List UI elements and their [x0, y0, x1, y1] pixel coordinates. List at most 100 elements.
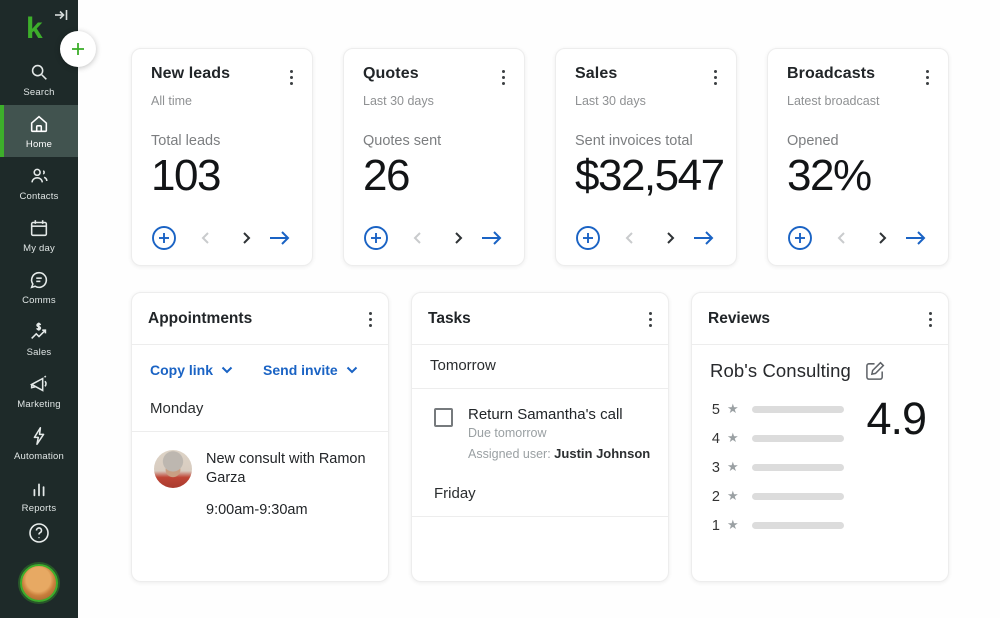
- card-subtitle: Last 30 days: [363, 94, 505, 108]
- chevron-left-icon[interactable]: [199, 230, 213, 246]
- chevron-left-icon[interactable]: [835, 230, 849, 246]
- kebab-menu-icon[interactable]: [711, 65, 721, 90]
- rating-number: 2: [710, 489, 720, 505]
- widget-card-row: Appointments Copy link Send invite Monda…: [131, 292, 949, 582]
- kebab-menu-icon[interactable]: [366, 307, 376, 332]
- sidebar-item-reports[interactable]: Reports: [0, 469, 78, 521]
- task-checkbox[interactable]: [434, 408, 453, 427]
- calendar-icon: [28, 217, 50, 239]
- edit-icon[interactable]: [865, 360, 886, 381]
- tasks-day-header: Tomorrow: [412, 345, 668, 388]
- add-circle-icon[interactable]: [575, 225, 601, 251]
- user-avatar[interactable]: [20, 564, 58, 602]
- arrow-right-icon[interactable]: [691, 229, 717, 247]
- rating-bar-track: [752, 406, 844, 413]
- sidebar-item-label: Automation: [14, 451, 64, 462]
- chevron-right-icon[interactable]: [663, 230, 677, 246]
- sidebar-item-sales[interactable]: Sales: [0, 313, 78, 365]
- send-invite-label: Send invite: [263, 362, 338, 378]
- star-icon: ★: [727, 459, 739, 475]
- chat-bubble-icon: [28, 269, 50, 291]
- appointments-day-header: Monday: [132, 388, 388, 431]
- sidebar-item-label: Reports: [22, 503, 57, 514]
- card-subtitle: Latest broadcast: [787, 94, 929, 108]
- appointment-item[interactable]: New consult with Ramon Garza 9:00am-9:30…: [132, 432, 388, 518]
- sidebar-bottom: [0, 521, 78, 618]
- task-due-date: Due tomorrow: [468, 426, 650, 440]
- sidebar-item-marketing[interactable]: Marketing: [0, 365, 78, 417]
- card-title: Broadcasts: [787, 65, 875, 83]
- card-title: Tasks: [428, 310, 471, 328]
- chevron-right-icon[interactable]: [875, 230, 889, 246]
- copy-link-label: Copy link: [150, 362, 213, 378]
- send-invite-dropdown[interactable]: Send invite: [263, 362, 358, 378]
- sidebar-item-label: Comms: [22, 295, 56, 306]
- keap-logo[interactable]: k: [26, 14, 42, 44]
- metric-value: 103: [151, 151, 293, 201]
- sidebar-item-label: Search: [23, 87, 54, 98]
- arrow-right-icon[interactable]: [267, 229, 293, 247]
- sidebar: k Search Home: [0, 0, 78, 618]
- contact-avatar: [154, 450, 192, 488]
- rating-row-3: 3 ★: [710, 460, 932, 476]
- business-name: Rob's Consulting: [710, 360, 851, 382]
- arrow-right-icon[interactable]: [903, 229, 929, 247]
- megaphone-icon: [28, 373, 50, 395]
- card-subtitle: Last 30 days: [575, 94, 717, 108]
- rating-bar-track: [752, 522, 844, 529]
- rating-number: 3: [710, 460, 720, 476]
- sidebar-item-label: Contacts: [19, 191, 58, 202]
- average-rating: 4.9: [866, 393, 926, 445]
- home-icon: [28, 113, 50, 135]
- rating-number: 1: [710, 518, 720, 534]
- arrow-right-icon[interactable]: [479, 229, 505, 247]
- stat-card-new-leads: New leads All time Total leads 103: [131, 48, 313, 266]
- metric-value: 26: [363, 151, 505, 201]
- contacts-icon: [28, 165, 50, 187]
- sidebar-item-home[interactable]: Home: [0, 105, 78, 157]
- sidebar-item-my-day[interactable]: My day: [0, 209, 78, 261]
- add-circle-icon[interactable]: [787, 225, 813, 251]
- card-title: Appointments: [148, 310, 252, 328]
- chevron-left-icon[interactable]: [411, 230, 425, 246]
- copy-link-dropdown[interactable]: Copy link: [150, 362, 233, 378]
- task-assigned-user: Assigned user: Justin Johnson: [468, 446, 650, 461]
- star-icon: ★: [727, 430, 739, 446]
- sidebar-item-contacts[interactable]: Contacts: [0, 157, 78, 209]
- chevron-right-icon[interactable]: [239, 230, 253, 246]
- card-title: Quotes: [363, 65, 419, 83]
- tasks-day-header: Friday: [412, 461, 668, 516]
- rating-row-1: 1 ★: [710, 518, 932, 534]
- assigned-label: Assigned user:: [468, 447, 551, 461]
- metric-label: Opened: [787, 133, 929, 149]
- lightning-icon: [28, 425, 50, 447]
- chevron-down-icon: [346, 366, 358, 374]
- task-item: Return Samantha's call Due tomorrow Assi…: [412, 389, 668, 461]
- kebab-menu-icon[interactable]: [926, 307, 936, 332]
- appointment-title: New consult with Ramon Garza: [206, 450, 372, 489]
- rating-bar-track: [752, 493, 844, 500]
- sidebar-item-comms[interactable]: Comms: [0, 261, 78, 313]
- chevron-left-icon[interactable]: [623, 230, 637, 246]
- add-button[interactable]: [60, 31, 96, 67]
- kebab-menu-icon[interactable]: [499, 65, 509, 90]
- help-icon[interactable]: [27, 521, 51, 550]
- add-circle-icon[interactable]: [151, 225, 177, 251]
- kebab-menu-icon[interactable]: [646, 307, 656, 332]
- card-title: Sales: [575, 65, 617, 83]
- rating-number: 5: [710, 402, 720, 418]
- add-circle-icon[interactable]: [363, 225, 389, 251]
- star-icon: ★: [727, 401, 739, 417]
- kebab-menu-icon[interactable]: [923, 65, 933, 90]
- card-title: New leads: [151, 65, 230, 83]
- appointments-card: Appointments Copy link Send invite Monda…: [131, 292, 389, 582]
- rating-bar-track: [752, 464, 844, 471]
- sidebar-item-automation[interactable]: Automation: [0, 417, 78, 469]
- collapse-sidebar-icon[interactable]: [54, 8, 68, 26]
- card-title: Reviews: [708, 310, 770, 328]
- reviews-card: Reviews Rob's Consulting 5: [691, 292, 949, 582]
- kebab-menu-icon[interactable]: [287, 65, 297, 90]
- metric-label: Total leads: [151, 133, 293, 149]
- appointment-time: 9:00am-9:30am: [206, 502, 372, 518]
- chevron-right-icon[interactable]: [451, 230, 465, 246]
